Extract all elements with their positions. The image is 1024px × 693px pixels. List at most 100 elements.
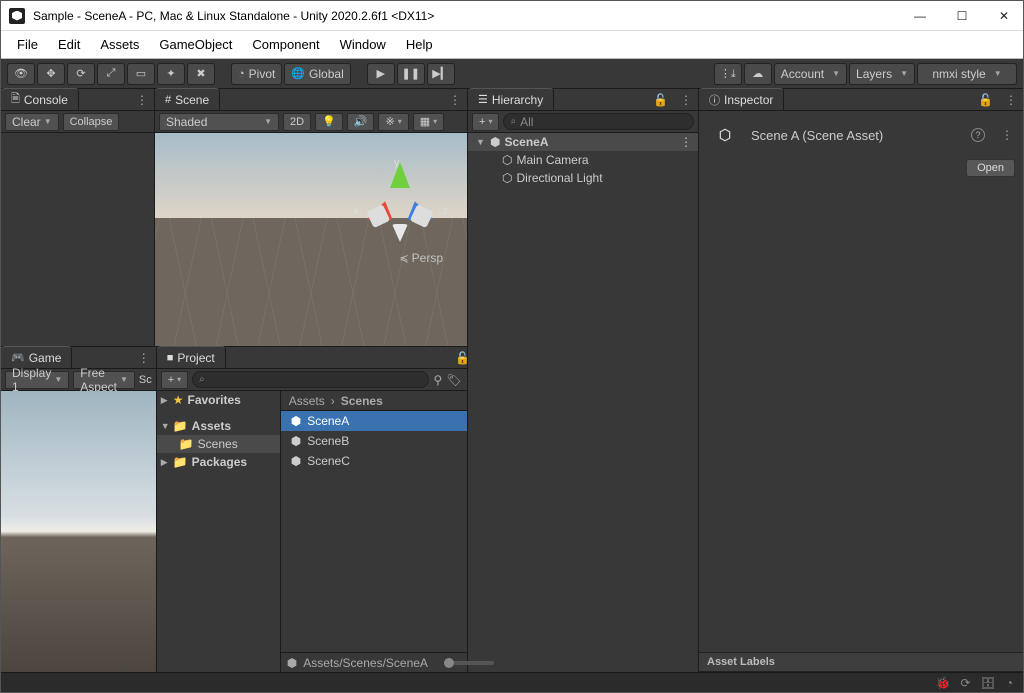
pivot-toggle[interactable]: ◔ Pivot <box>231 63 282 85</box>
project-tab[interactable]: ■ Project <box>157 346 226 368</box>
hierarchy-lock-icon[interactable]: 🔓 <box>647 93 674 107</box>
status-cache-icon[interactable]: 🗄 <box>981 676 996 690</box>
step-button[interactable]: ▶▎ <box>427 63 455 85</box>
pause-button[interactable]: ❚❚ <box>397 63 425 85</box>
console-tab[interactable]: 🗎 Console <box>1 88 79 110</box>
breadcrumb-assets[interactable]: Assets <box>289 394 325 408</box>
breadcrumb-scenes[interactable]: Scenes <box>341 394 383 408</box>
menu-window[interactable]: Window <box>330 37 396 52</box>
axis-z-label: z <box>443 205 449 217</box>
axis-y-icon[interactable] <box>390 162 410 188</box>
game-viewport[interactable] <box>1 391 156 672</box>
scene-viewport[interactable]: x y z ≼ Persp <box>155 133 467 346</box>
scene-tab-label: Scene <box>175 93 209 107</box>
unity-app-icon <box>9 8 25 24</box>
hierarchy-tab[interactable]: ☰ Hierarchy <box>468 88 554 110</box>
console-clear-button[interactable]: Clear▼ <box>5 113 59 131</box>
game-tab-label: Game <box>29 351 62 365</box>
scene-asset-icon: ⬢ <box>291 414 301 428</box>
game-display-dropdown[interactable]: Display 1▼ <box>5 371 69 389</box>
layout-label: nmxi style <box>932 67 985 81</box>
inspector-help-icon[interactable]: ? <box>971 128 985 142</box>
axis-x-label: x <box>353 205 359 217</box>
inspector-menu-icon[interactable]: ⋮ <box>999 93 1023 107</box>
tree-scenes[interactable]: 📁Scenes <box>157 435 280 453</box>
layout-dropdown[interactable]: nmxi style▼ <box>917 63 1017 85</box>
project-filter-label-icon[interactable]: 🏷 <box>446 373 461 387</box>
inspector-title: Scene A (Scene Asset) <box>751 128 883 143</box>
close-button[interactable]: ✕ <box>997 9 1011 23</box>
menu-component[interactable]: Component <box>242 37 329 52</box>
statusbar: 🐞 ⟳ 🗄 ◔ <box>1 672 1023 692</box>
scene-fx-dropdown[interactable]: ※▾ <box>378 113 408 131</box>
axis-y-label: y <box>394 157 400 169</box>
game-aspect-dropdown[interactable]: Free Aspect▼ <box>73 371 135 389</box>
project-filter-type-icon[interactable]: ⚲ <box>433 373 442 387</box>
hierarchy-item[interactable]: ⬡ Directional Light <box>468 169 698 187</box>
scene-menu-icon[interactable]: ⋮ <box>443 93 467 107</box>
console-menu-icon[interactable]: ⋮ <box>130 93 154 107</box>
inspector-component-menu-icon[interactable]: ⋮ <box>1001 128 1013 142</box>
menu-help[interactable]: Help <box>396 37 443 52</box>
account-label: Account <box>781 67 824 81</box>
hand-tool-button[interactable]: 👁 <box>7 63 35 85</box>
hierarchy-item[interactable]: ⬡ Main Camera <box>468 151 698 169</box>
status-autorefresh-icon[interactable]: ⟳ <box>960 676 970 690</box>
project-add-button[interactable]: +▾ <box>161 371 188 389</box>
scene-audio-toggle[interactable]: 🔊 <box>347 113 375 131</box>
scene-drawmode-dropdown[interactable]: Shaded▼ <box>159 113 279 131</box>
scale-tool-button[interactable]: ⤢ <box>97 63 125 85</box>
inspector-tab[interactable]: ⓘ Inspector <box>699 88 784 110</box>
inspector-open-button[interactable]: Open <box>966 159 1015 177</box>
transform-tool-button[interactable]: ✦ <box>157 63 185 85</box>
hierarchy-search-input[interactable]: ⌕ All <box>503 113 694 130</box>
menu-edit[interactable]: Edit <box>48 37 90 52</box>
scene-asset-icon: ⬢ <box>291 454 301 468</box>
scene-2d-toggle[interactable]: 2D <box>283 113 311 131</box>
global-toggle[interactable]: 🌐 Global <box>284 63 350 85</box>
maximize-button[interactable]: ☐ <box>955 9 969 23</box>
scene-icon: ⬢ <box>490 135 500 149</box>
axis-neg-y-icon[interactable] <box>392 224 408 242</box>
hierarchy-scene-row[interactable]: ▼ ⬢ SceneA ⋮ <box>468 133 698 151</box>
move-tool-button[interactable]: ✥ <box>37 63 65 85</box>
play-button[interactable]: ▶ <box>367 63 395 85</box>
menu-gameobject[interactable]: GameObject <box>149 37 242 52</box>
minimize-button[interactable]: — <box>913 9 927 23</box>
chevron-right-icon: › <box>331 394 335 408</box>
menu-file[interactable]: File <box>7 37 48 52</box>
collab-button[interactable]: ⋮⤓ <box>714 63 742 85</box>
menu-assets[interactable]: Assets <box>90 37 149 52</box>
project-search-input[interactable]: ⌕ <box>192 371 429 388</box>
tree-packages[interactable]: ▶📁Packages <box>157 453 280 471</box>
tree-favorites[interactable]: ▶★Favorites <box>157 391 280 409</box>
scene-tab[interactable]: # Scene <box>155 88 220 110</box>
account-dropdown[interactable]: Account▼ <box>774 63 847 85</box>
orientation-gizmo[interactable]: x y z <box>355 161 445 251</box>
hierarchy-add-button[interactable]: +▾ <box>472 113 499 131</box>
layers-dropdown[interactable]: Layers▼ <box>849 63 915 85</box>
rect-tool-button[interactable]: ▭ <box>127 63 155 85</box>
console-tab-label: Console <box>24 93 68 107</box>
project-zoom-slider[interactable] <box>444 661 494 665</box>
custom-tool-button[interactable]: ✖ <box>187 63 215 85</box>
project-footer-path: Assets/Scenes/SceneA <box>303 656 428 670</box>
inspector-lock-icon[interactable]: 🔓 <box>972 93 999 107</box>
console-collapse-button[interactable]: Collapse <box>63 113 120 131</box>
fold-icon[interactable]: ▼ <box>476 137 486 147</box>
rotate-tool-button[interactable]: ⟳ <box>67 63 95 85</box>
status-progress-icon[interactable]: ◔ <box>1006 676 1013 690</box>
scene-row-menu-icon[interactable]: ⋮ <box>680 135 698 149</box>
projection-label[interactable]: ≼ Persp <box>399 251 443 265</box>
gameobject-icon: ⬡ <box>502 171 512 185</box>
game-menu-icon[interactable]: ⋮ <box>132 351 156 365</box>
status-bug-icon[interactable]: 🐞 <box>936 676 951 690</box>
inspector-tab-label: Inspector <box>724 93 773 107</box>
project-tab-label: Project <box>177 351 214 365</box>
cloud-button[interactable]: ☁ <box>744 63 772 85</box>
hierarchy-menu-icon[interactable]: ⋮ <box>674 93 698 107</box>
scene-camera-dropdown[interactable]: ▦▾ <box>413 113 444 131</box>
scene-lighting-toggle[interactable]: 💡 <box>315 113 343 131</box>
tree-assets[interactable]: ▼📁Assets <box>157 417 280 435</box>
console-body <box>1 133 154 346</box>
